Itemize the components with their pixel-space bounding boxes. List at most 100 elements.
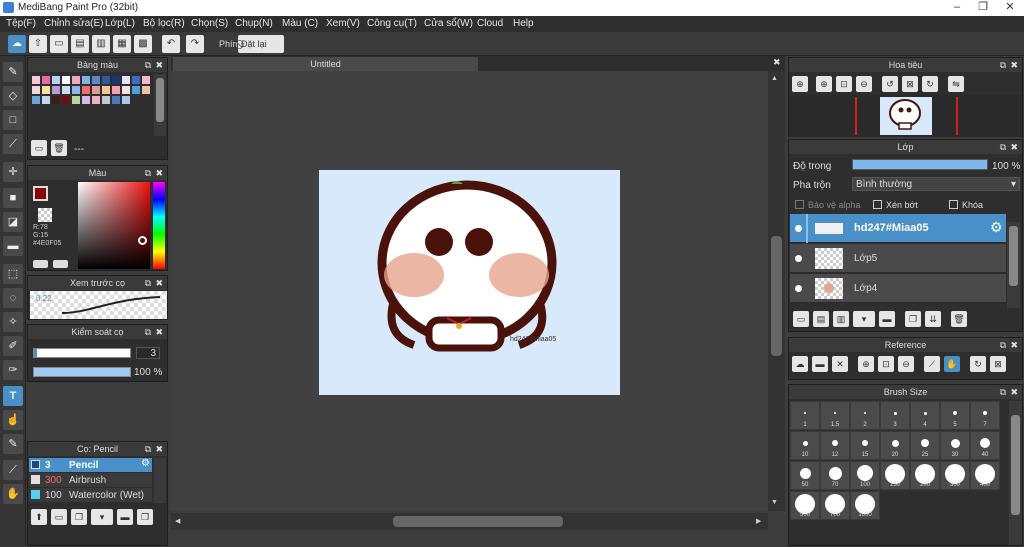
color-swatch[interactable] bbox=[72, 76, 80, 84]
close-icon[interactable]: ✖ bbox=[155, 166, 163, 180]
document-tab[interactable]: Untitled bbox=[173, 57, 478, 71]
color-swatch[interactable] bbox=[112, 96, 120, 104]
secondary-color[interactable] bbox=[38, 208, 52, 222]
brush-size-cell[interactable]: 40 bbox=[970, 431, 1000, 460]
brush-size-slider[interactable] bbox=[33, 348, 131, 358]
layer-opacity-slider[interactable] bbox=[852, 159, 988, 170]
color-swatch[interactable] bbox=[42, 86, 50, 94]
color-swatch[interactable] bbox=[52, 76, 60, 84]
divide-icon[interactable]: ✎ bbox=[3, 434, 23, 454]
undo-icon[interactable]: ↶ bbox=[162, 35, 180, 53]
menu-view[interactable]: Xem(V) bbox=[326, 18, 360, 29]
blend-mode-select[interactable]: Bình thường ▾ bbox=[852, 177, 1020, 191]
close-icon[interactable]: ✖ bbox=[155, 442, 163, 456]
close-icon[interactable]: ✖ bbox=[1010, 385, 1018, 399]
minimize-button[interactable]: – bbox=[944, 0, 970, 14]
rotate-left-icon[interactable]: ↺ bbox=[882, 76, 898, 92]
brush-size-cell[interactable]: 3 bbox=[880, 401, 910, 430]
upload-icon[interactable]: ⇧ bbox=[29, 35, 47, 53]
color-swatch[interactable] bbox=[62, 86, 70, 94]
document-icon[interactable]: ▤ bbox=[71, 35, 89, 53]
popout-icon[interactable]: ⧉ bbox=[145, 166, 151, 180]
clipping-checkbox[interactable] bbox=[873, 200, 882, 209]
zoom-in-icon[interactable]: ⊕ bbox=[792, 76, 808, 92]
maximize-button[interactable]: ❐ bbox=[970, 0, 996, 14]
eye-icon[interactable] bbox=[795, 225, 802, 232]
canvas[interactable]: hd247#Miaa05 bbox=[319, 170, 620, 395]
primary-color[interactable] bbox=[33, 186, 48, 201]
brush-size-cell[interactable]: 200 bbox=[910, 461, 940, 490]
menu-capture[interactable]: Chụp(N) bbox=[235, 18, 273, 29]
duplicate-icon[interactable]: ❐ bbox=[137, 509, 153, 525]
popout-icon[interactable]: ⧉ bbox=[145, 442, 151, 456]
folder-icon[interactable]: ▬ bbox=[117, 509, 133, 525]
reset-button[interactable]: ⃠Đặt lại bbox=[238, 35, 284, 53]
layer-row[interactable]: Lớp5 bbox=[790, 244, 1006, 273]
brush-size-cell[interactable]: 5 bbox=[940, 401, 970, 430]
redo-icon[interactable]: ↷ bbox=[186, 35, 204, 53]
hand-icon[interactable]: ✋ bbox=[944, 356, 960, 372]
brush-size-cell[interactable]: 20 bbox=[880, 431, 910, 460]
menu-select[interactable]: Chọn(S) bbox=[191, 18, 228, 29]
eye-icon[interactable] bbox=[795, 285, 802, 292]
close-icon[interactable]: ✖ bbox=[155, 58, 163, 72]
add-color-icon[interactable] bbox=[33, 260, 48, 268]
color-swatch[interactable] bbox=[72, 86, 80, 94]
gear-icon[interactable]: ⚙ bbox=[990, 219, 1003, 236]
close-tab-icon[interactable]: ✖ bbox=[773, 57, 781, 68]
brush-size-cell[interactable]: 50 bbox=[790, 461, 820, 490]
color-swatch[interactable] bbox=[102, 86, 110, 94]
add-layer-menu-icon[interactable]: ▾ bbox=[853, 311, 875, 327]
grid-icon[interactable]: ▦ bbox=[113, 35, 131, 53]
color-swatch[interactable] bbox=[42, 96, 50, 104]
color-swatch[interactable] bbox=[92, 96, 100, 104]
zoom-in-icon[interactable]: ⊕ bbox=[858, 356, 874, 372]
brush-size-cell[interactable]: 1 bbox=[790, 401, 820, 430]
color-swatch[interactable] bbox=[72, 96, 80, 104]
menu-file[interactable]: Tệp(F) bbox=[6, 18, 36, 29]
color-swatch[interactable] bbox=[82, 96, 90, 104]
brush-size-cell[interactable]: 1000 bbox=[850, 491, 880, 520]
brush-size-cell[interactable]: 30 bbox=[940, 431, 970, 460]
brush-size-cell[interactable]: 150 bbox=[880, 461, 910, 490]
trash-icon[interactable]: 🗑 bbox=[51, 140, 67, 156]
add-menu-icon[interactable]: ▾ bbox=[91, 509, 113, 525]
brush-size-cell[interactable]: 10 bbox=[790, 431, 820, 460]
close-icon[interactable]: ✖ bbox=[155, 276, 163, 290]
horizontal-scrollbar[interactable]: ◀ ▶ bbox=[171, 513, 768, 530]
lock-checkbox[interactable] bbox=[949, 200, 958, 209]
new-icon[interactable]: ▭ bbox=[51, 509, 67, 525]
color-swatch[interactable] bbox=[82, 86, 90, 94]
brush-item[interactable]: 300 Airbrush bbox=[29, 473, 152, 487]
color-swatch[interactable] bbox=[122, 96, 130, 104]
menu-cloud[interactable]: Cloud bbox=[477, 18, 503, 29]
lasso-icon[interactable]: ◌ bbox=[3, 288, 23, 308]
brush-size-cell[interactable]: 2 bbox=[850, 401, 880, 430]
scroll-left-icon[interactable]: ◀ bbox=[175, 517, 180, 525]
add-brush-icon[interactable]: ⬆ bbox=[31, 509, 47, 525]
close-icon[interactable]: ✖ bbox=[1010, 338, 1018, 352]
color-swatch[interactable] bbox=[92, 76, 100, 84]
menu-filter[interactable]: Bộ lọc(R) bbox=[143, 18, 185, 29]
protect-alpha-checkbox[interactable] bbox=[795, 200, 804, 209]
vertical-thumb[interactable] bbox=[771, 236, 782, 356]
zoom-out-icon[interactable]: ⊖ bbox=[856, 76, 872, 92]
brush-size-cell[interactable]: 1.5 bbox=[820, 401, 850, 430]
brush-size-cell[interactable]: 400 bbox=[970, 461, 1000, 490]
new-layer-icon[interactable]: ▭ bbox=[793, 311, 809, 327]
horizontal-thumb[interactable] bbox=[393, 516, 563, 527]
menu-color[interactable]: Màu (C) bbox=[282, 18, 318, 29]
brush-size-cell[interactable]: 700 bbox=[820, 491, 850, 520]
fit-window-icon[interactable]: ⊠ bbox=[902, 76, 918, 92]
close-icon[interactable]: ✖ bbox=[155, 325, 163, 339]
color-swatch[interactable] bbox=[112, 76, 120, 84]
brush-item[interactable]: 100 Watercolor (Wet) bbox=[29, 488, 152, 502]
color-swatch[interactable] bbox=[32, 86, 40, 94]
add-palette-icon[interactable]: ▭ bbox=[31, 140, 47, 156]
ruler-icon[interactable]: ⟋ bbox=[3, 134, 23, 154]
brush-size-cell[interactable]: 12 bbox=[820, 431, 850, 460]
duplicate-layer-icon[interactable]: ❐ bbox=[905, 311, 921, 327]
brush-size-value[interactable]: 3 bbox=[136, 347, 160, 359]
brush-size-cell[interactable]: 25 bbox=[910, 431, 940, 460]
palette-scrollbar[interactable] bbox=[154, 74, 166, 136]
